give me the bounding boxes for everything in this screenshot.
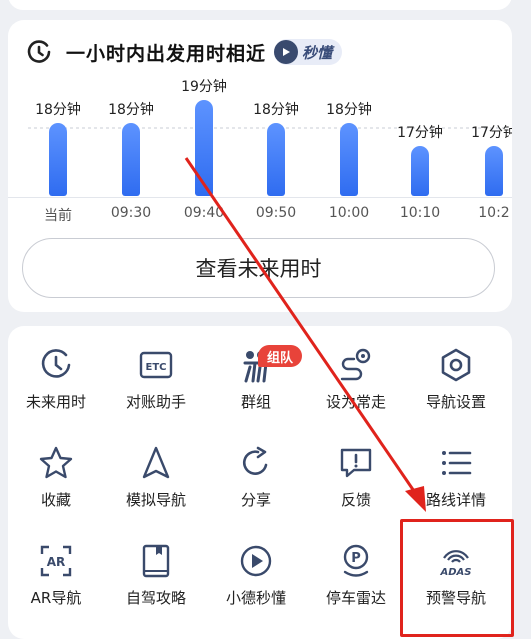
svg-text:AR: AR: [47, 555, 66, 569]
quick-explain-label: 秒懂: [302, 43, 333, 62]
departure-time-tick: 10:10: [399, 205, 441, 221]
feature-item-label: 分享: [240, 491, 271, 509]
future-time-icon: [41, 349, 71, 378]
feature-item-label: AR导航: [30, 589, 82, 607]
feature-item[interactable]: AR AR导航: [6, 541, 106, 608]
feature-item-label: 收藏: [40, 491, 71, 509]
navigation-arrow-icon: [142, 446, 170, 479]
departure-time-card: 一小时内出发用时相近 秒懂 18分钟当前 18分钟 09:30 19分钟 09:40 18…: [8, 20, 512, 312]
feature-item[interactable]: 自驾攻略: [106, 541, 206, 608]
departure-time-tick: 当前: [44, 208, 72, 224]
feature-item-label: 反馈: [340, 491, 371, 509]
quick-explain-badge[interactable]: 秒懂: [274, 39, 343, 65]
departure-time-tick: 09:40: [183, 205, 225, 221]
departure-bar[interactable]: [267, 123, 285, 196]
departure-time-tick: 10:2: [478, 205, 510, 221]
feature-item[interactable]: 路线详情: [406, 443, 506, 510]
departure-bar[interactable]: [49, 123, 67, 196]
feature-item[interactable]: 收藏: [6, 443, 106, 510]
departure-time-tick: 10:00: [328, 205, 370, 221]
feature-item[interactable]: 设为常走: [306, 345, 406, 412]
team-badge: 组队: [258, 345, 302, 367]
feature-item-label: 导航设置: [425, 393, 486, 411]
feature-item[interactable]: 小德秒懂: [206, 541, 306, 608]
bar-duration-label: 17分钟: [397, 125, 443, 141]
feature-item-label: 群组: [240, 393, 271, 411]
ar-icon: AR: [40, 545, 72, 577]
feedback-icon: [340, 448, 372, 478]
star-icon: [39, 446, 73, 479]
departure-header: 一小时内出发用时相近 秒懂: [26, 36, 343, 68]
parking-radar-icon: P: [343, 544, 369, 577]
top-partial-card: [8, 0, 512, 10]
list-icon: [442, 451, 472, 475]
svg-text:P: P: [351, 551, 361, 566]
feature-item-label: 未来用时: [25, 393, 86, 411]
bar-duration-label: 18分钟: [326, 102, 372, 118]
etc-icon: ETC: [139, 351, 173, 379]
departure-bar[interactable]: [411, 146, 429, 196]
feature-item-label: 模拟导航: [125, 491, 186, 509]
guide-book-icon: [142, 544, 170, 578]
departure-bar[interactable]: [485, 146, 503, 196]
departure-title: 一小时内出发用时相近: [66, 42, 267, 65]
feature-item-label: 对账助手: [125, 393, 186, 411]
bar-duration-label: 18分钟: [35, 102, 81, 118]
highlight-box: [400, 519, 514, 637]
feature-item[interactable]: 未来用时: [6, 345, 106, 412]
bar-duration-label: 19分钟: [181, 79, 227, 95]
departure-bar[interactable]: [122, 123, 140, 196]
feature-item[interactable]: 导航设置: [406, 345, 506, 412]
feature-item-label: 设为常走: [325, 393, 386, 411]
chart-baseline: [8, 197, 512, 198]
clock-icon: [27, 40, 51, 63]
svg-text:ETC: ETC: [146, 362, 167, 373]
play-icon: [274, 40, 299, 64]
route-pin-icon: [340, 348, 371, 381]
feature-item-label: 停车雷达: [325, 589, 386, 607]
feature-item[interactable]: 模拟导航: [106, 443, 206, 510]
play-circle-icon: [240, 545, 272, 577]
bar-duration-label: 17分钟: [471, 125, 512, 141]
feature-item[interactable]: 分享: [206, 443, 306, 510]
departure-bar[interactable]: [340, 123, 358, 196]
feature-item-label: 自驾攻略: [125, 589, 186, 607]
share-icon: [242, 446, 268, 475]
departure-time-tick: 09:50: [255, 205, 297, 221]
bar-duration-label: 18分钟: [108, 102, 154, 118]
feature-item-label: 小德秒懂: [225, 589, 286, 607]
feature-item[interactable]: 反馈: [306, 443, 406, 510]
future-time-button[interactable]: 查看未来用时: [22, 238, 495, 298]
feature-item[interactable]: P 停车雷达: [306, 541, 406, 608]
departure-time-tick: 09:30: [110, 205, 152, 221]
departure-bar[interactable]: [195, 100, 213, 196]
feature-item[interactable]: ETC 对账助手: [106, 345, 206, 412]
bar-duration-label: 18分钟: [253, 102, 299, 118]
feature-item-label: 路线详情: [425, 491, 486, 509]
hexagon-settings-icon: [441, 348, 471, 382]
